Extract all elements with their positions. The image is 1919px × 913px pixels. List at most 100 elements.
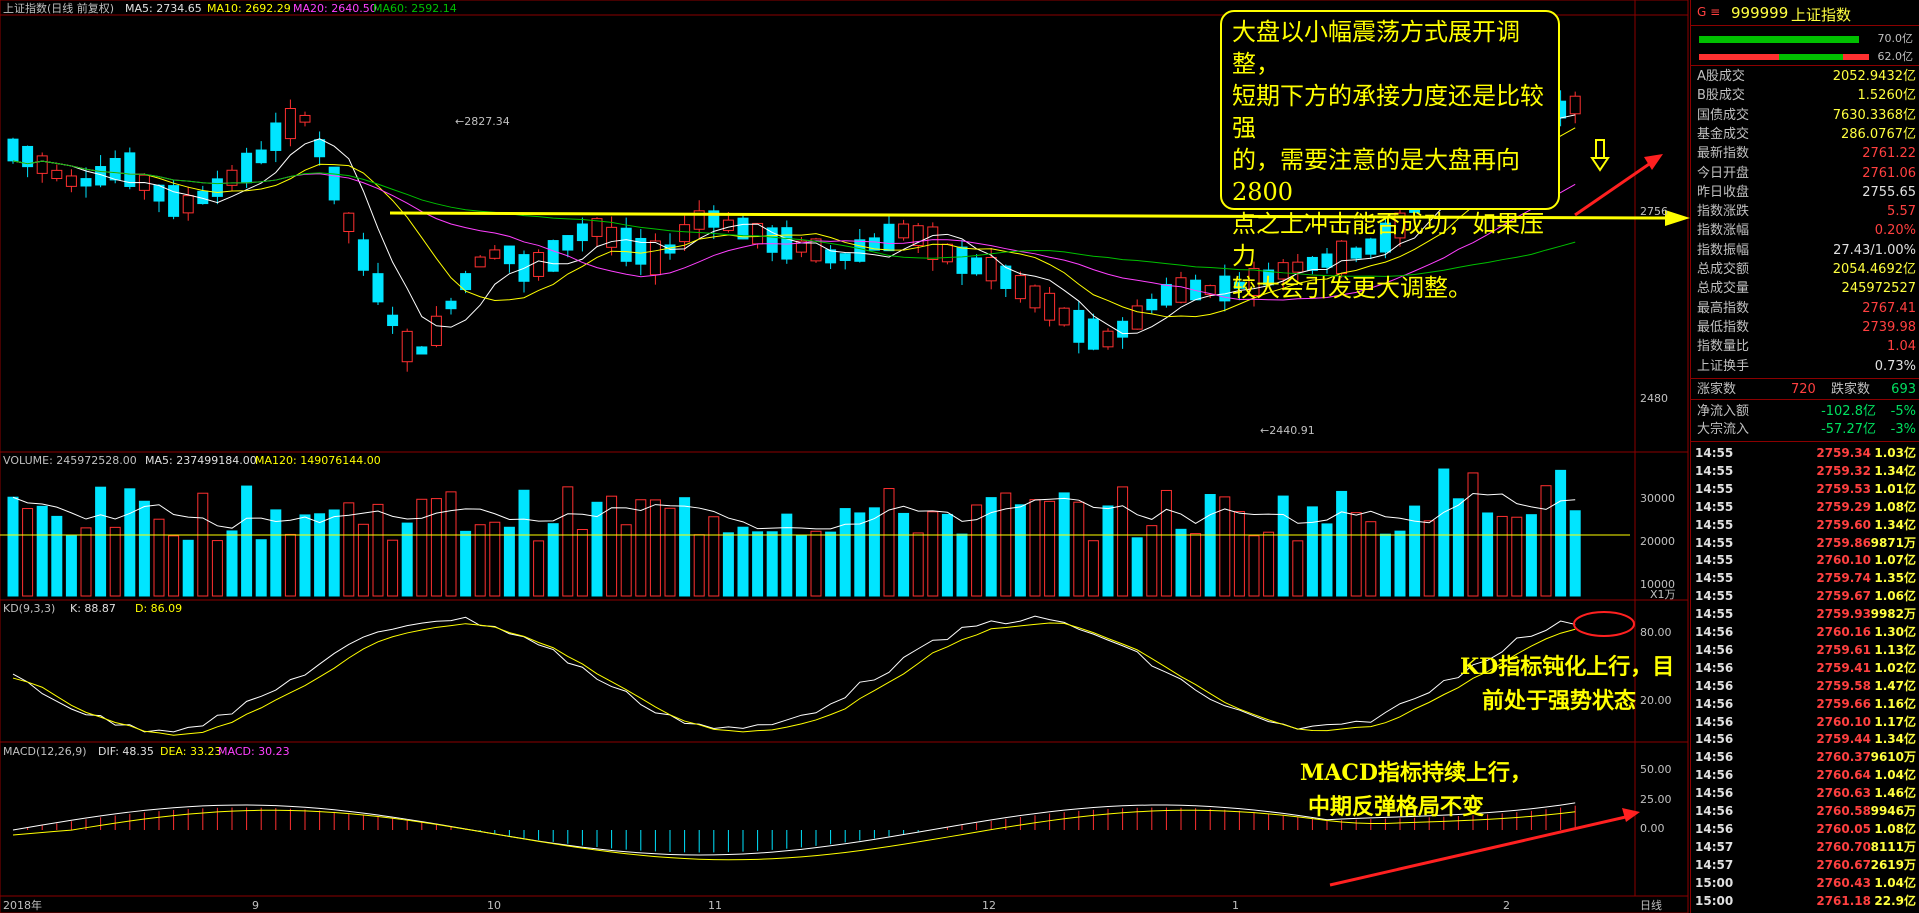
volume-bar: [241, 485, 253, 597]
tick-volume: 2619万: [1870, 857, 1916, 872]
tick-price: 2759.66: [1816, 696, 1871, 711]
tick-row[interactable]: 14:55 2759.32 1.34亿: [1691, 463, 1919, 480]
sell-strength-bar-green: [1779, 54, 1843, 60]
stat-label: 国债成交: [1697, 107, 1750, 123]
tick-volume: 1.06亿: [1874, 589, 1916, 604]
flow-pct: -3%: [1890, 422, 1916, 437]
tick-time: 14:56: [1695, 786, 1734, 801]
tick-row[interactable]: 14:56 2760.10 1.17亿: [1691, 714, 1919, 731]
volume-bar: [95, 486, 107, 597]
tick-price: 2761.18: [1816, 893, 1871, 908]
tick-row[interactable]: 15:00 2761.18 22.9亿: [1691, 893, 1919, 910]
volume-bar: [868, 507, 880, 597]
stat-row: 昨日收盘 2755.65: [1691, 184, 1919, 201]
volume-bar: [328, 509, 340, 597]
flow-row: 净流入额 -102.8亿 -5%: [1691, 403, 1919, 420]
tick-row[interactable]: 14:56 2760.16 1.30亿: [1691, 624, 1919, 641]
tick-row[interactable]: 14:57 2760.67 2619万: [1691, 857, 1919, 874]
tick-row[interactable]: 15:00 2760.43 1.04亿: [1691, 875, 1919, 892]
candle: [941, 243, 953, 263]
stat-row: A股成交 2052.9432亿: [1691, 68, 1919, 85]
volume-bar: [503, 526, 515, 597]
price-axis-lower: 2480: [1640, 392, 1668, 405]
kd-axis-80: 80.00: [1640, 626, 1672, 639]
stat-label: A股成交: [1697, 69, 1745, 84]
volume-bar: [401, 522, 413, 597]
tick-volume: 1.03亿: [1874, 446, 1916, 460]
volume-title: VOLUME: 245972528.00: [3, 454, 137, 467]
stat-row: 指数振幅 27.43/1.00%: [1691, 242, 1919, 259]
tick-price: 2760.05: [1816, 821, 1871, 836]
tick-row[interactable]: 14:55 2760.10 1.07亿: [1691, 552, 1919, 569]
advance-decline-row: 涨家数 720 跌家数 693: [1691, 381, 1919, 398]
macd-title: MACD(12,26,9): [3, 745, 87, 758]
tick-row[interactable]: 14:55 2759.29 1.08亿: [1691, 499, 1919, 516]
tick-row[interactable]: 14:55 2759.93 9982万: [1691, 606, 1919, 623]
annotation-line: 点之上冲击能否成功，如果压力: [1232, 210, 1544, 270]
volume-bar: [284, 533, 296, 597]
tick-row[interactable]: 14:56 2760.58 9946万: [1691, 803, 1919, 820]
tick-time: 14:55: [1695, 446, 1734, 460]
volume-bar: [883, 488, 895, 597]
volume-bar: [781, 513, 793, 597]
price-high-mark: ←2827.34: [455, 115, 510, 128]
tick-time: 14:56: [1695, 660, 1734, 675]
candle: [562, 235, 574, 251]
kd-k-line: [12, 615, 1576, 733]
candle: [343, 212, 355, 233]
kd-k-value: K: 88.87: [70, 602, 116, 615]
candle: [182, 195, 194, 214]
volume-bar: [197, 492, 209, 597]
stat-label: 最高指数: [1697, 300, 1750, 316]
tick-row[interactable]: 14:56 2760.05 1.08亿: [1691, 821, 1919, 838]
stat-row: 最新指数 2761.22: [1691, 145, 1919, 162]
period-label[interactable]: 日线: [1640, 898, 1662, 912]
volume-bar: [854, 512, 866, 597]
annotation-line: 短期下方的承接力度还是比较强: [1232, 82, 1544, 142]
volume-bar: [825, 531, 837, 597]
candle: [51, 169, 63, 180]
annotation-line: 大盘以小幅震荡方式展开调整，: [1232, 18, 1520, 78]
tick-row[interactable]: 14:56 2760.37 9610万: [1691, 749, 1919, 766]
flow-value: -102.8亿: [1821, 404, 1876, 419]
volume-bar: [1555, 469, 1567, 597]
tick-row[interactable]: 14:56 2759.41 1.02亿: [1691, 660, 1919, 677]
tick-row[interactable]: 14:56 2760.63 1.46亿: [1691, 785, 1919, 802]
stat-label: 指数涨跌: [1697, 204, 1750, 220]
volume-bar: [1219, 496, 1231, 597]
tick-price: 2759.44: [1816, 732, 1871, 747]
candle: [430, 315, 442, 346]
price-axis-upper: 2756: [1640, 205, 1668, 218]
g-icon[interactable]: G ≡: [1697, 5, 1720, 19]
tick-row[interactable]: 14:56 2759.61 1.13亿: [1691, 642, 1919, 659]
tick-row[interactable]: 14:56 2759.44 1.34亿: [1691, 731, 1919, 748]
tick-price: 2759.41: [1816, 660, 1871, 675]
tick-row[interactable]: 14:56 2760.64 1.04亿: [1691, 767, 1919, 784]
tick-volume: 1.17亿: [1874, 714, 1916, 729]
tick-row[interactable]: 14:57 2760.70 8111万: [1691, 839, 1919, 856]
candle: [65, 175, 77, 187]
main-annotation-box: 大盘以小幅震荡方式展开调整， 短期下方的承接力度还是比较强 的，需要注意的是大盘…: [1220, 10, 1560, 302]
tick-row[interactable]: 14:55 2759.34 1.03亿: [1691, 445, 1919, 462]
volume-bar: [576, 529, 588, 597]
tick-row[interactable]: 14:55 2759.86 9871万: [1691, 535, 1919, 552]
tick-row[interactable]: 14:55 2759.74 1.35亿: [1691, 570, 1919, 587]
divider: [1691, 399, 1919, 400]
tick-row[interactable]: 14:56 2759.66 1.16亿: [1691, 696, 1919, 713]
tick-time: 14:56: [1695, 768, 1734, 783]
tick-price: 2760.10: [1816, 714, 1871, 729]
chart-stage[interactable]: 上证指数(日线 前复权) MA5: 2734.65 MA10: 2692.29 …: [0, 0, 1919, 913]
tick-row[interactable]: 14:55 2759.53 1.01亿: [1691, 481, 1919, 498]
tick-price: 2759.32: [1816, 463, 1871, 478]
tick-row[interactable]: 14:55 2759.60 1.34亿: [1691, 517, 1919, 534]
candle: [299, 114, 311, 123]
tick-row[interactable]: 14:56 2759.58 1.47亿: [1691, 678, 1919, 695]
tick-price: 2759.86: [1816, 535, 1871, 550]
ma10-label: MA10: 2692.29: [207, 2, 291, 15]
tick-row[interactable]: 14:55 2759.67 1.06亿: [1691, 588, 1919, 605]
tick-price: 2760.43: [1816, 875, 1871, 890]
flow-label: 净流入额: [1697, 404, 1750, 419]
candle: [211, 178, 223, 197]
tick-volume: 22.9亿: [1874, 893, 1916, 908]
tick-volume: 1.34亿: [1874, 463, 1916, 478]
